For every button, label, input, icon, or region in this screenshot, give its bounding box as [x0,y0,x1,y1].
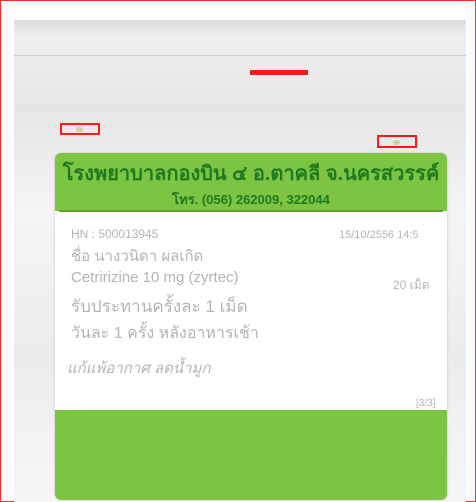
hospital-name: โรงพยาบาลกองบิน ๔ อ.ตาคลี จ.นครสวรรค์ [62,163,440,185]
header-divider [59,210,443,212]
drug-name: Cetririzine 10 mg (zyrtec) [71,269,239,286]
label-page-number: [3/3] [416,398,436,409]
bag-zip-seal [14,20,466,36]
patient-name: ชื่อ นางวนิดา ผลเกิด [71,248,204,265]
label-footer-band [55,410,447,500]
hn-number: HN : 500013945 [71,227,159,241]
dispense-datetime: 15/10/2556 14:5 [339,229,419,241]
pill-dot-right [393,140,400,145]
annotation-bar [250,70,308,75]
frequency-direction: วันละ 1 ครั้ง หลังอาหารเช้า [71,325,259,342]
drug-quantity: 20 เม็ด [393,278,430,292]
dosage-direction: รับประทานครั้งละ 1 เม็ด [71,297,248,316]
medicine-label: โรงพยาบาลกองบิน ๔ อ.ตาคลี จ.นครสวรรค์ โท… [55,153,447,500]
drug-indication: แก้แพ้อากาศ ลดน้ำมูก [67,360,211,377]
bag-seal-line [14,55,466,56]
hospital-phone: โทร. (056) 262009, 322044 [172,192,330,207]
pill-dot-left [76,127,83,132]
